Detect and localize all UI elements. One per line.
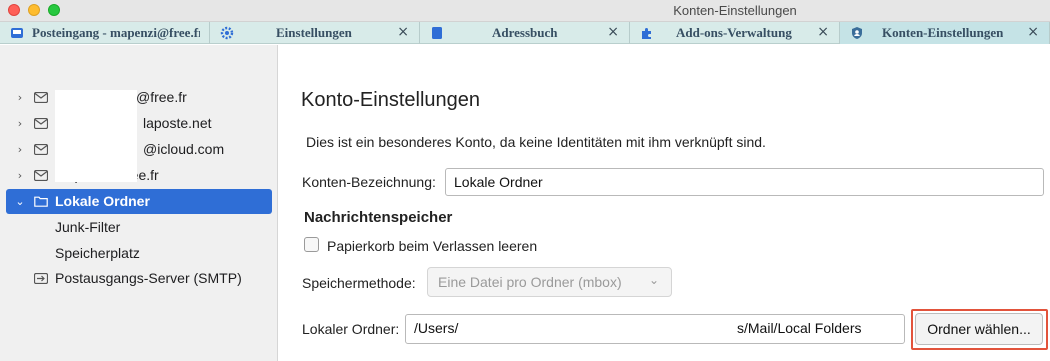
local-folder-input[interactable]: /Users/ s/Mail/Local Folders: [405, 314, 905, 344]
account-settings-pane: Konto-Einstellungen Dies ist ein besonde…: [279, 45, 1050, 361]
sidebar-item-local-folders[interactable]: ⌄ Lokale Ordner: [6, 189, 272, 214]
sidebar-item-account-free[interactable]: › @free.fr: [6, 85, 272, 110]
tab-addons[interactable]: Add-ons-Verwaltung ×: [630, 22, 840, 44]
mail-account-icon: [34, 144, 48, 155]
account-sidebar: › @free.fr › laposte.net › @icloud.com ›…: [0, 45, 278, 361]
account-name-input[interactable]: [445, 168, 1044, 196]
tab-address-book[interactable]: Adressbuch ×: [420, 22, 630, 44]
outgoing-server-icon: [34, 273, 48, 284]
expand-icon[interactable]: ›: [14, 117, 26, 130]
chevron-down-icon: ⌄: [648, 273, 659, 287]
tab-close-icon[interactable]: ×: [607, 24, 619, 40]
folder-icon: [34, 196, 48, 207]
mail-account-icon: [34, 118, 48, 129]
expand-icon[interactable]: ›: [14, 143, 26, 156]
sidebar-item-disk-space[interactable]: Speicherplatz: [55, 245, 140, 261]
tab-label: Posteingang - mapenzi@free.fr: [32, 25, 200, 40]
tab-inbox[interactable]: Posteingang - mapenzi@free.fr: [0, 22, 210, 44]
smtp-label: Postausgangs-Server (SMTP): [55, 270, 242, 286]
collapse-icon[interactable]: ⌄: [14, 195, 26, 208]
redaction-box: [475, 319, 737, 339]
local-folder-prefix: /Users/: [414, 320, 459, 336]
account-name-label: Konten-Bezeichnung:: [302, 174, 436, 190]
title-bar: Konten-Einstellungen: [0, 0, 1050, 22]
tab-label: Add-ons-Verwaltung: [676, 25, 792, 40]
empty-trash-checkbox[interactable]: [304, 237, 319, 252]
shield-account-icon: [852, 27, 862, 39]
gear-icon: [220, 26, 234, 40]
mail-account-icon: [34, 170, 48, 181]
tab-close-icon[interactable]: ×: [397, 24, 409, 40]
expand-icon[interactable]: ›: [14, 91, 26, 104]
mail-account-icon: [34, 92, 48, 103]
sidebar-item-account-icloud[interactable]: › @icloud.com: [6, 137, 272, 162]
account-label: laposte.net: [143, 115, 212, 131]
expand-icon[interactable]: ›: [14, 169, 26, 182]
account-label: Lokale Ordner: [55, 193, 150, 209]
account-label: @icloud.com: [143, 141, 225, 157]
tab-label: Einstellungen: [276, 25, 352, 40]
sidebar-item-smtp[interactable]: Postausgangs-Server (SMTP): [6, 266, 272, 291]
account-label: @free.fr: [136, 89, 187, 105]
local-folder-suffix: s/Mail/Local Folders: [737, 320, 862, 336]
tab-close-icon[interactable]: ×: [817, 24, 829, 40]
address-book-icon: [432, 27, 442, 39]
sidebar-item-account-laposte[interactable]: › laposte.net: [6, 111, 272, 136]
inbox-icon: [11, 28, 23, 38]
tab-label: Adressbuch: [492, 25, 558, 40]
sidebar-item-junk-filter[interactable]: Junk-Filter: [55, 219, 120, 235]
choose-folder-button[interactable]: Ordner wählen...: [915, 313, 1043, 345]
storage-method-select[interactable]: Eine Datei pro Ordner (mbox) ⌄: [427, 267, 672, 297]
tab-label: Konten-Einstellungen: [882, 25, 1004, 40]
page-title: Konto-Einstellungen: [301, 89, 481, 111]
sidebar-item-account-mapenzi[interactable]: › mapenzi@free.fr: [6, 163, 272, 188]
storage-method-value: Eine Datei pro Ordner (mbox): [438, 274, 622, 290]
puzzle-icon: [642, 28, 651, 39]
empty-trash-label: Papierkorb beim Verlassen leeren: [327, 238, 538, 254]
window-title: Konten-Einstellungen: [673, 3, 797, 18]
tab-bar: Posteingang - mapenzi@free.fr Einstellun…: [0, 22, 1050, 44]
local-folder-label: Lokaler Ordner:: [302, 321, 400, 337]
info-text: Dies ist ein besonderes Konto, da keine …: [306, 134, 766, 150]
tab-close-icon[interactable]: ×: [1027, 24, 1039, 40]
storage-method-label: Speichermethode:: [302, 275, 416, 291]
section-title: Nachrichtenspeicher: [304, 209, 453, 226]
redaction-box: [55, 90, 137, 182]
tab-settings[interactable]: Einstellungen ×: [210, 22, 420, 44]
tab-account-settings[interactable]: Konten-Einstellungen ×: [840, 22, 1050, 44]
